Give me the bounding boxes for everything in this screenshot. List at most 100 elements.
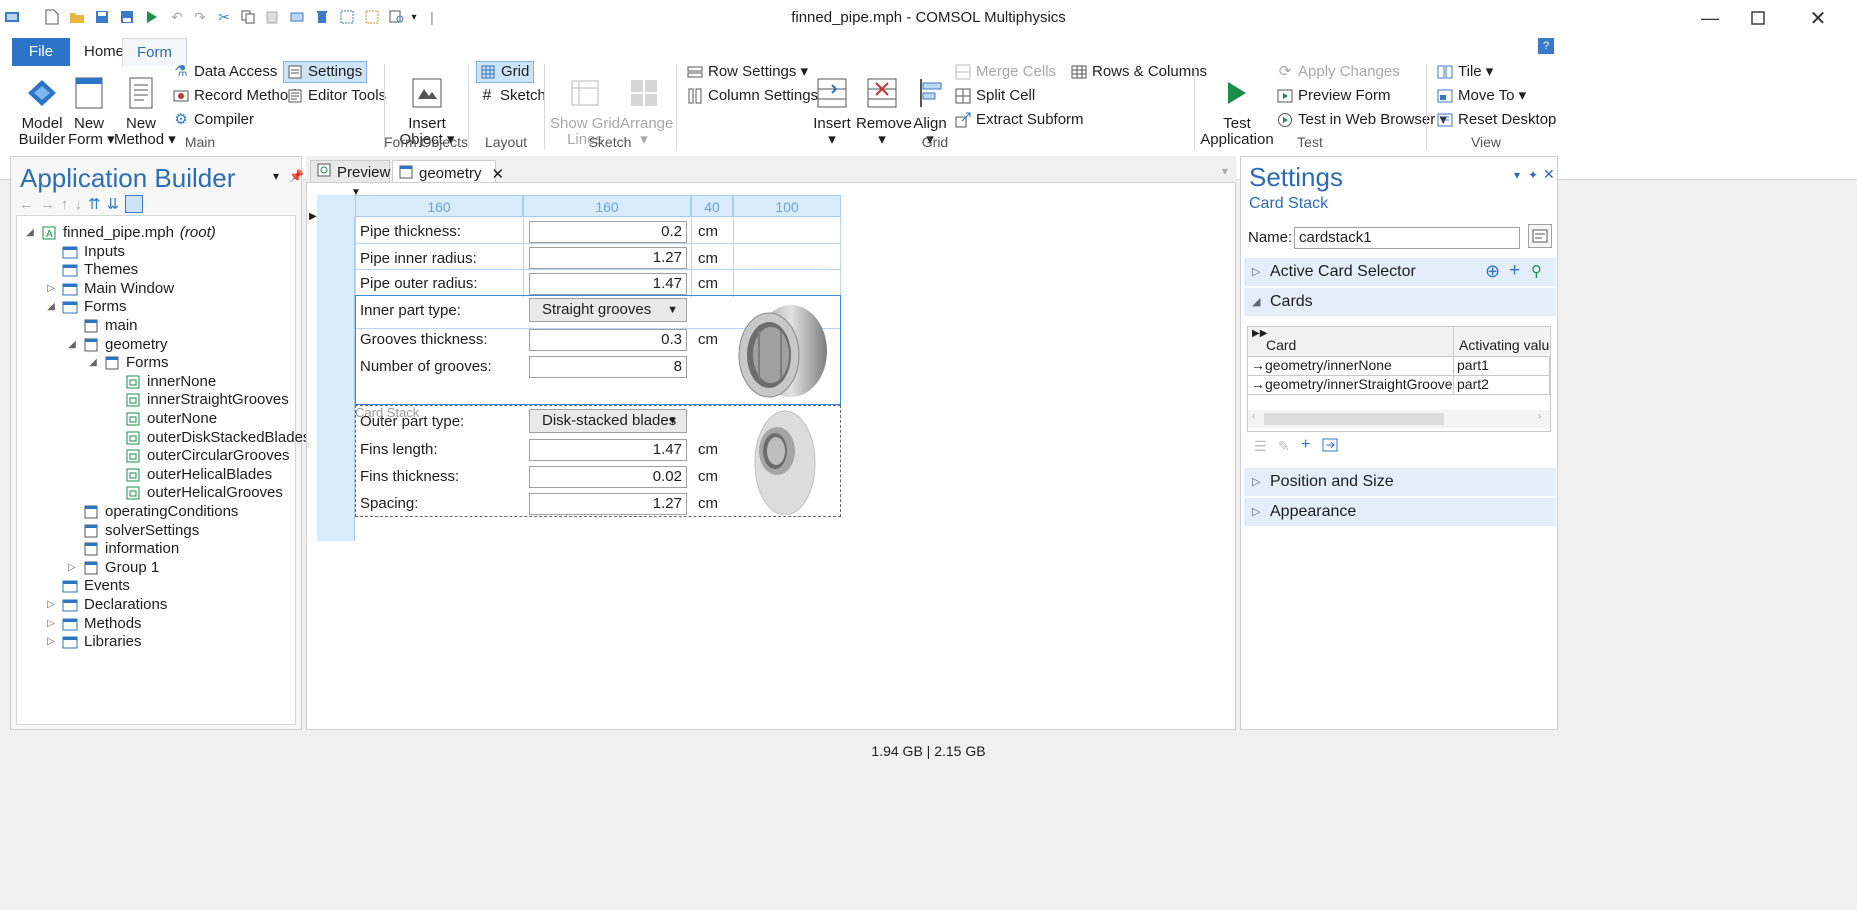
pipe-outer-radius-input[interactable]: 1.47	[529, 273, 687, 295]
cards-table-row-2-value[interactable]: part2	[1454, 375, 1550, 395]
rows-columns-button[interactable]: Rows & Columns	[1070, 60, 1207, 84]
pipe-inner-radius-input[interactable]: 1.27	[529, 247, 687, 269]
cards-table-scrollbar[interactable]: ‹ ›	[1248, 410, 1550, 428]
cards-table-header-card[interactable]: ▶▶ Card	[1248, 327, 1454, 357]
test-application-button[interactable]: Test Application	[1200, 74, 1274, 148]
grid-button[interactable]: Grid	[476, 61, 535, 83]
section-appearance[interactable]: ▷ Appearance	[1244, 498, 1556, 526]
collapse-icon[interactable]: ◢	[65, 334, 79, 356]
name-edit-button[interactable]	[1528, 224, 1552, 248]
move-to-button[interactable]: Move To ▾	[1436, 84, 1526, 108]
table-load-icon[interactable]	[1322, 438, 1338, 456]
column-header-1[interactable]: 160	[355, 195, 523, 217]
cards-table-header-activating-value[interactable]: Activating value	[1454, 327, 1550, 357]
scrollbar-thumb[interactable]	[1264, 413, 1444, 425]
ribbon-tab-bar: File Home Form ?	[0, 36, 1857, 68]
preview-form-label: Preview Form	[1298, 87, 1391, 104]
section-position-and-size[interactable]: ▷ Position and Size	[1244, 468, 1556, 496]
insert-button[interactable]: Insert ▾	[812, 74, 852, 148]
move-up-icon[interactable]: ↑	[61, 196, 69, 213]
extract-subform-button[interactable]: Extract Subform	[954, 108, 1084, 132]
help-icon[interactable]: ?	[1538, 38, 1554, 54]
tree-item[interactable]: ▷ Libraries	[44, 631, 141, 653]
pick-icon[interactable]: ⚲	[1531, 262, 1542, 280]
maximize-button[interactable]	[1730, 0, 1786, 36]
compiler-button[interactable]: ⚙ Compiler	[172, 108, 254, 132]
grooved-pipe-image	[735, 297, 831, 401]
column-header-4[interactable]: 100	[733, 195, 841, 217]
inner-part-type-select[interactable]: Straight grooves ▼	[529, 298, 687, 322]
insert-icon	[813, 74, 851, 112]
outer-part-type-select[interactable]: Disk-stacked blades ▼	[529, 409, 687, 433]
collapse-icon[interactable]: ◢	[44, 296, 58, 318]
editor-tools-button[interactable]: Editor Tools	[286, 84, 386, 108]
record-method-button[interactable]: Record Method	[172, 84, 297, 108]
split-cell-button[interactable]: Split Cell	[954, 84, 1035, 108]
merge-cells-button[interactable]: Merge Cells	[954, 60, 1056, 84]
settings-button[interactable]: Settings	[283, 61, 368, 83]
spacing-input[interactable]: 1.27	[529, 493, 687, 515]
column-settings-button[interactable]: Column Settings ▾	[686, 84, 830, 108]
add-icon[interactable]: +	[1509, 260, 1520, 282]
fins-thickness-input[interactable]: 0.02	[529, 466, 687, 488]
expand-all-icon[interactable]: ⇊	[107, 195, 120, 213]
tab-list-icon[interactable]: ▾	[1222, 164, 1228, 178]
table-list-icon[interactable]: ☰	[1254, 438, 1267, 455]
grooves-thickness-input[interactable]: 0.3	[529, 329, 687, 351]
settings-pin-icon[interactable]: ✦	[1528, 168, 1538, 182]
collapse-all-icon[interactable]: ⇈	[88, 195, 101, 213]
active-card-selector-label: Active Card Selector	[1270, 263, 1416, 280]
forward-arrow-icon[interactable]: →	[40, 196, 55, 213]
data-access-label: Data Access	[194, 63, 278, 80]
name-input[interactable]: cardstack1	[1294, 227, 1520, 249]
expand-icon[interactable]: ▷	[44, 631, 58, 653]
node-icon	[62, 597, 78, 613]
scroll-left-icon[interactable]: ‹	[1252, 411, 1255, 422]
section-cards[interactable]: ◢ Cards	[1244, 288, 1556, 316]
tree-item-suffix: (root)	[179, 224, 216, 241]
pipe-thickness-input[interactable]: 0.2	[529, 221, 687, 243]
table-add-icon[interactable]: +	[1301, 436, 1310, 454]
new-form-button[interactable]: New Form ▾	[68, 74, 115, 148]
preview-form-button[interactable]: Preview Form	[1276, 84, 1391, 108]
pipe-outer-radius-label: Pipe outer radius:	[360, 275, 478, 292]
panel-menu-icon[interactable]: ▾	[273, 169, 279, 183]
reset-desktop-button[interactable]: Reset Desktop	[1436, 108, 1556, 132]
back-arrow-icon[interactable]: ←	[19, 196, 34, 213]
scroll-right-icon[interactable]: ›	[1538, 411, 1541, 422]
tile-button[interactable]: Tile ▾	[1436, 60, 1493, 84]
tab-preview[interactable]: Preview	[310, 160, 390, 184]
add-circle-icon[interactable]: ⊕	[1485, 261, 1500, 282]
new-method-icon	[122, 74, 160, 112]
tab-file[interactable]: File	[12, 38, 70, 66]
collapse-icon[interactable]: ◢	[86, 352, 100, 374]
close-window-button[interactable]: ✕	[1790, 0, 1846, 36]
show-options-icon[interactable]	[125, 195, 144, 213]
move-down-icon[interactable]: ↓	[75, 196, 83, 213]
sketch-button[interactable]: # Sketch	[478, 84, 546, 108]
row-settings-button[interactable]: Row Settings ▾	[686, 60, 808, 84]
form-canvas[interactable]: 160 160 40 100 ▼ ▶ Pipe thickness: 0.2 c…	[306, 182, 1236, 730]
close-tab-icon[interactable]: ✕	[492, 165, 505, 183]
settings-menu-icon[interactable]: ▾	[1514, 168, 1520, 182]
cards-table-row-2-card[interactable]: →geometry/innerStraightGrooves	[1248, 375, 1454, 395]
column-header-2[interactable]: 160	[523, 195, 691, 217]
merge-cells-label: Merge Cells	[976, 63, 1057, 80]
apply-changes-button[interactable]: ⟳ Apply Changes	[1276, 60, 1400, 84]
svg-text:A: A	[46, 229, 53, 240]
ribbon-separator	[676, 64, 677, 150]
collapse-icon[interactable]: ◢	[23, 222, 37, 244]
data-access-button[interactable]: ⚗ Data Access	[172, 60, 277, 84]
settings-close-icon[interactable]: ✕	[1543, 166, 1555, 183]
record-method-label: Record Method	[194, 87, 297, 104]
pin-icon[interactable]: 📌	[289, 169, 304, 183]
table-edit-icon[interactable]: ✎	[1278, 438, 1290, 455]
cards-table-row-1-value[interactable]: part1	[1454, 356, 1550, 376]
model-builder-button[interactable]: Model Builder	[18, 74, 66, 148]
number-of-grooves-input[interactable]: 8	[529, 356, 687, 378]
fins-length-input[interactable]: 1.47	[529, 439, 687, 461]
window-title: finned_pipe.mph - COMSOL Multiphysics	[791, 9, 1066, 26]
cards-table-row-1-card[interactable]: →geometry/innerNone	[1248, 356, 1454, 376]
column-header-3[interactable]: 40	[691, 195, 733, 217]
test-in-web-browser-button[interactable]: Test in Web Browser ▾	[1276, 108, 1447, 132]
